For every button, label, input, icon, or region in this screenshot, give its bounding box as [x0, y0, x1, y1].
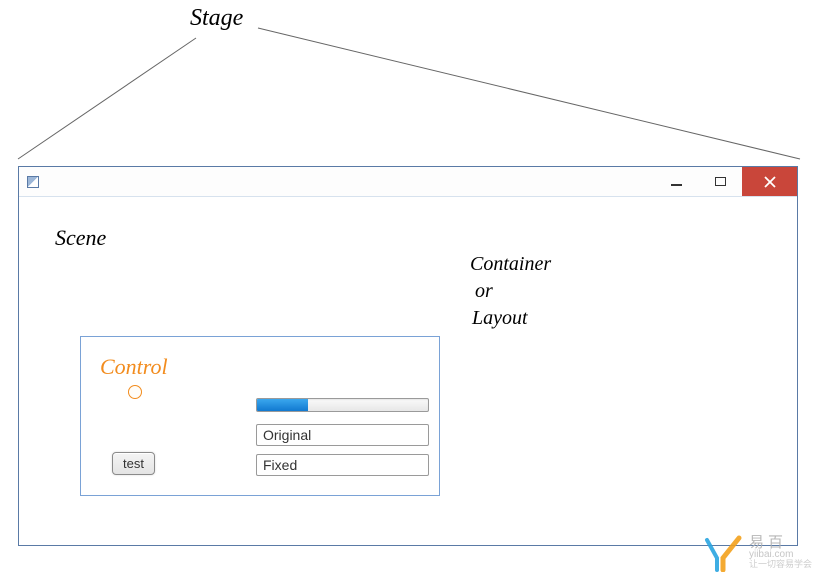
progress-fill [257, 399, 308, 411]
diagram-canvas: Stage Scene Container or Layout Control … [0, 0, 820, 578]
test-button[interactable]: test [112, 452, 155, 475]
stage-label: Stage [190, 5, 243, 32]
control-label: Control [100, 354, 168, 380]
text-input-original[interactable] [256, 424, 429, 446]
watermark-tagline: 让一切容易学会 [749, 560, 812, 569]
app-icon [19, 167, 47, 196]
watermark-logo-icon [703, 532, 743, 572]
window-close-button[interactable] [742, 167, 797, 196]
window-maximize-button[interactable] [698, 167, 742, 196]
watermark-title: 易百 [749, 535, 812, 550]
text-input-fixed[interactable] [256, 454, 429, 476]
control-origin-node [128, 385, 142, 399]
or-label: or [475, 280, 493, 303]
window-minimize-button[interactable] [654, 167, 698, 196]
watermark: 易百 yiibai.com 让一切容易学会 [703, 532, 812, 572]
scene-label: Scene [55, 225, 106, 251]
progress-bar[interactable] [256, 398, 429, 412]
close-icon [763, 175, 777, 189]
titlebar [19, 167, 797, 197]
minimize-icon [671, 184, 682, 186]
container-label: Container [470, 253, 551, 276]
layout-label: Layout [472, 307, 528, 330]
maximize-icon [715, 177, 726, 186]
